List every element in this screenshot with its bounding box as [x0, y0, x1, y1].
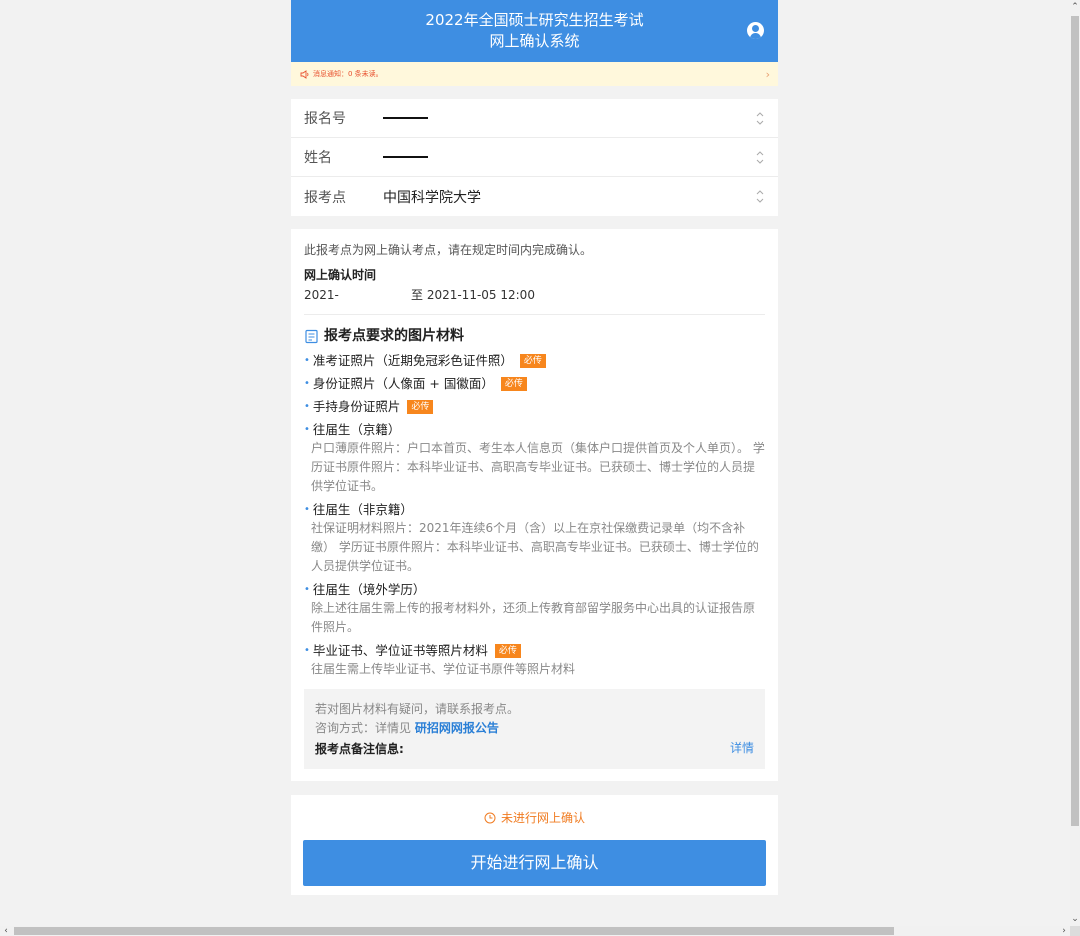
- material-item: • 准考证照片（近期免冠彩色证件照） 必传: [304, 351, 765, 370]
- required-badge: 必传: [519, 353, 546, 368]
- registration-number-value-redacted: [383, 117, 428, 119]
- time-end: 至 2021-11-05 12:00: [411, 288, 535, 302]
- horizontal-scroll-thumb[interactable]: [14, 927, 894, 935]
- material-item: • 身份证照片（人像面 + 国徽面） 必传: [304, 374, 765, 393]
- confirmation-time-title: 网上确认时间: [304, 268, 377, 282]
- material-title: • 毕业证书、学位证书等照片材料 必传: [304, 641, 765, 660]
- material-title: • 往届生（京籍）: [304, 420, 765, 439]
- material-title-text: 往届生（京籍）: [312, 422, 401, 437]
- bullet-icon: •: [304, 504, 310, 515]
- required-badge: 必传: [500, 376, 527, 391]
- materials-section-title: 报考点要求的图片材料: [304, 325, 765, 347]
- material-title-text: 往届生（境外学历）: [312, 582, 426, 597]
- scroll-left-icon[interactable]: ‹: [0, 926, 12, 936]
- exam-site-info-card: 此报考点为网上确认考点，请在规定时间内完成确认。 网上确认时间 2021- 至 …: [291, 229, 778, 781]
- exam-site-value: 中国科学院大学: [383, 189, 481, 206]
- page-title-line2: 网上确认系统: [489, 32, 580, 50]
- announcement-link[interactable]: 研招网网报公告: [415, 721, 499, 735]
- scroll-up-icon[interactable]: ⌃: [1070, 0, 1080, 14]
- site-remark-label: 报考点备注信息:: [315, 742, 404, 756]
- registration-form: 报名号 姓名 报考点 中国科学院大学: [291, 99, 778, 216]
- material-description: 除上述往届生需上传的报考材料外，还须上传教育部留学服务中心出具的认证报告原件照片…: [311, 601, 756, 634]
- updown-chevron-icon: [756, 190, 764, 203]
- form-row-registration-number[interactable]: 报名号: [291, 99, 778, 138]
- page-title-line1: 2022年全国硕士研究生招生考试: [425, 11, 644, 29]
- scrollbar-corner: [1070, 926, 1080, 936]
- notice-text: 消息通知：0 条未读。: [313, 70, 383, 78]
- bullet-icon: •: [304, 355, 310, 366]
- material-item: • 往届生（非京籍） 社保证明材料照片：2021年连续6个月（含）以上在京社保缴费记…: [304, 500, 765, 576]
- material-title-text: 准考证照片（近期免冠彩色证件照）: [312, 353, 513, 368]
- speaker-icon: [300, 69, 309, 79]
- name-value-redacted: [383, 156, 428, 158]
- chevron-right-icon: ›: [765, 68, 770, 81]
- material-item: • 手持身份证照片 必传: [304, 397, 765, 416]
- material-title-text: 手持身份证照片: [312, 399, 401, 414]
- material-item: • 往届生（境外学历） 除上述往届生需上传的报考材料外，还须上传教育部留学服务中心出…: [304, 580, 765, 637]
- registration-number-label: 报名号: [304, 111, 346, 127]
- bullet-icon: •: [304, 584, 310, 595]
- material-item: • 往届生（京籍） 户口薄原件照片：户口本首页、考生本人信息页（集体户口提供首页及个…: [304, 420, 765, 496]
- app-container: 2022年全国硕士研究生招生考试 网上确认系统 消息通知：0 条未读。 › 报名…: [291, 0, 778, 895]
- confirmation-time-range: 2021- 至 2021-11-05 12:00: [304, 287, 765, 303]
- contact-help-text: 若对图片材料有疑问，请联系报考点。: [315, 702, 520, 716]
- clock-icon: [484, 812, 496, 824]
- material-description: 往届生需上传毕业证书、学位证书原件等照片材料: [311, 662, 576, 676]
- material-title: • 手持身份证照片 必传: [304, 397, 765, 416]
- start-confirmation-button[interactable]: 开始进行网上确认: [303, 840, 766, 886]
- vertical-scroll-thumb[interactable]: [1071, 16, 1079, 826]
- required-badge: 必传: [407, 399, 434, 414]
- divider: [304, 314, 765, 315]
- material-item: • 毕业证书、学位证书等照片材料 必传往届生需上传毕业证书、学位证书原件等照片材料: [304, 641, 765, 679]
- material-title: • 往届生（非京籍）: [304, 500, 765, 519]
- scroll-right-icon[interactable]: ›: [1058, 926, 1070, 936]
- user-circle-icon[interactable]: [747, 22, 764, 39]
- required-badge: 必传: [494, 643, 521, 658]
- bullet-icon: •: [304, 645, 310, 656]
- material-title: • 身份证照片（人像面 + 国徽面） 必传: [304, 374, 765, 393]
- material-title-text: 身份证照片（人像面 + 国徽面）: [312, 376, 494, 391]
- form-row-name[interactable]: 姓名: [291, 138, 778, 177]
- contact-box: 若对图片材料有疑问，请联系报考点。 咨询方式：详情见 研招网网报公告 报考点备注…: [304, 689, 765, 769]
- browser-viewport: 2022年全国硕士研究生招生考试 网上确认系统 消息通知：0 条未读。 › 报名…: [0, 0, 1070, 926]
- horizontal-scrollbar[interactable]: ‹ ›: [0, 926, 1070, 936]
- action-card: 未进行网上确认 开始进行网上确认: [291, 795, 778, 895]
- materials-list: • 准考证照片（近期免冠彩色证件照） 必传 • 身份证照片（人像面 + 国徽面） 必传 • 手…: [304, 351, 765, 679]
- material-description: 社保证明材料照片：2021年连续6个月（含）以上在京社保缴费记录单（均不含补缴）…: [311, 521, 759, 573]
- scroll-down-icon[interactable]: ⌄: [1070, 912, 1080, 926]
- notice-bar[interactable]: 消息通知：0 条未读。 ›: [291, 62, 778, 86]
- material-title-text: 毕业证书、学位证书等照片材料: [312, 643, 488, 658]
- remark-detail-link[interactable]: 详情: [730, 739, 754, 758]
- confirmation-note: 此报考点为网上确认考点，请在规定时间内完成确认。: [304, 243, 593, 257]
- form-row-exam-site[interactable]: 报考点 中国科学院大学: [291, 177, 778, 216]
- bullet-icon: •: [304, 424, 310, 435]
- material-title-text: 往届生（非京籍）: [312, 502, 413, 517]
- confirmation-status: 未进行网上确认: [303, 808, 766, 828]
- material-description: 户口薄原件照片：户口本首页、考生本人信息页（集体户口提供首页及个人单页）。 学历…: [311, 441, 765, 493]
- document-icon: [305, 329, 318, 343]
- contact-consult: 咨询方式：详情见 研招网网报公告: [315, 721, 499, 735]
- bullet-icon: •: [304, 378, 310, 389]
- updown-chevron-icon: [756, 112, 764, 125]
- material-title: • 往届生（境外学历）: [304, 580, 765, 599]
- time-start: 2021-: [304, 288, 339, 302]
- vertical-scrollbar[interactable]: ⌃ ⌄: [1070, 0, 1080, 926]
- bullet-icon: •: [304, 401, 310, 412]
- name-label: 姓名: [304, 150, 332, 166]
- exam-site-label: 报考点: [304, 189, 346, 206]
- updown-chevron-icon: [756, 151, 764, 164]
- material-title: • 准考证照片（近期免冠彩色证件照） 必传: [304, 351, 765, 370]
- app-header: 2022年全国硕士研究生招生考试 网上确认系统: [291, 0, 778, 62]
